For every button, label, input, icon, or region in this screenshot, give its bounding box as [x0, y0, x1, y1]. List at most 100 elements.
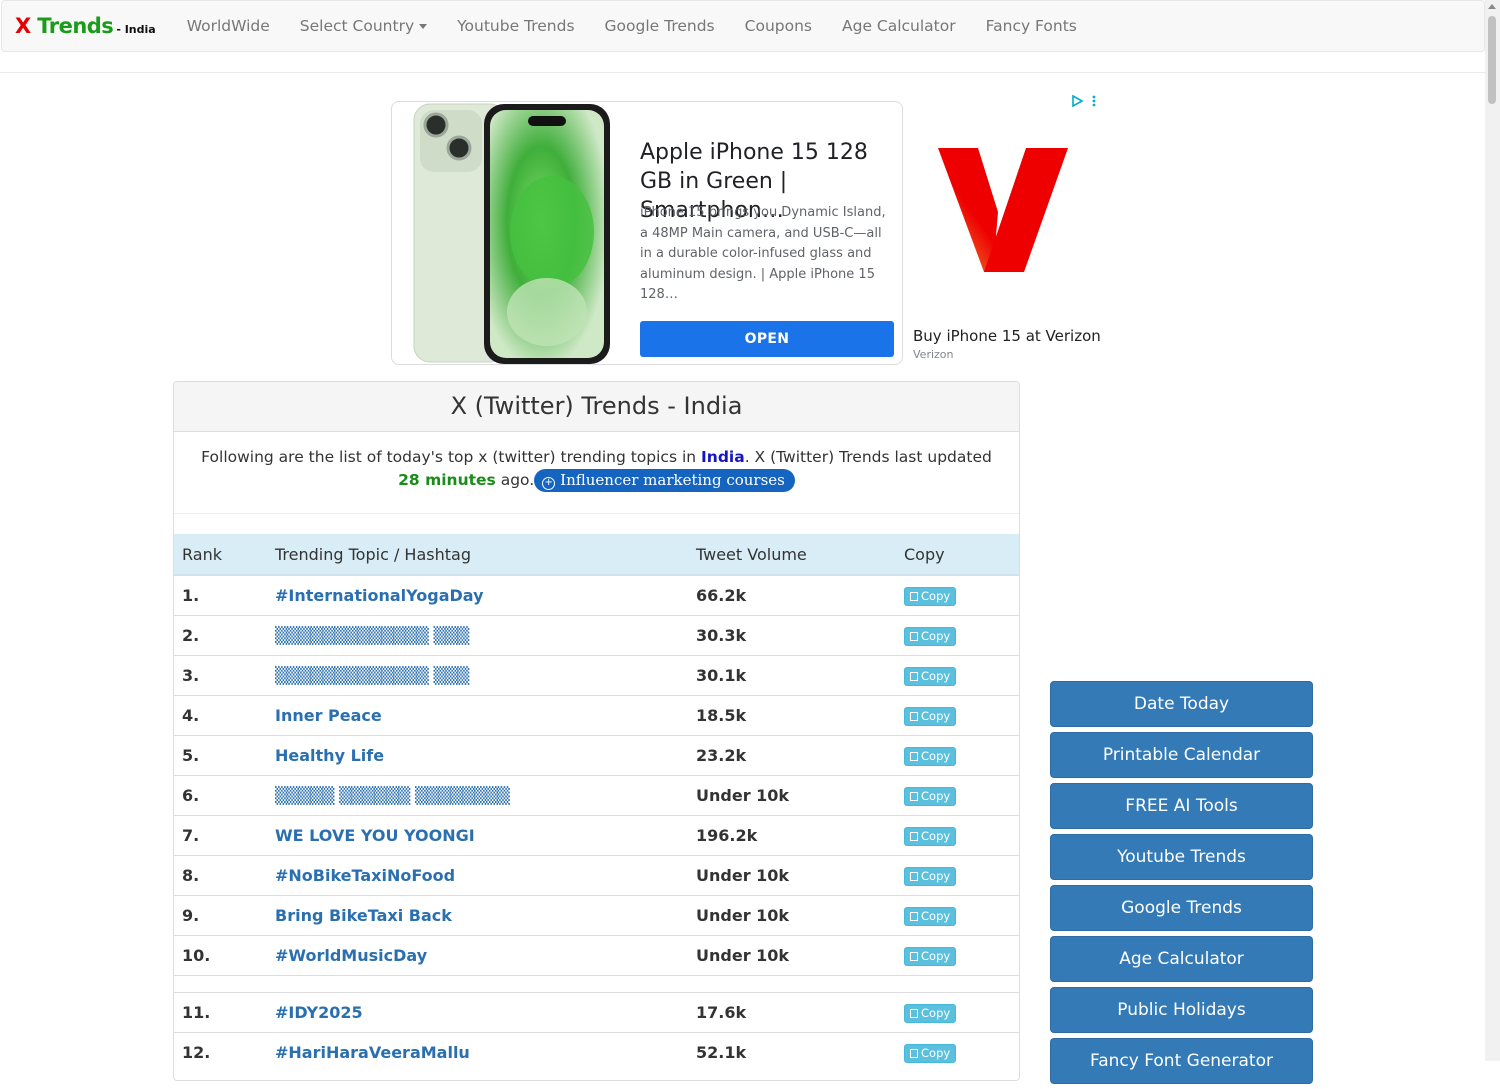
- copy-icon: [910, 711, 918, 721]
- topic-cell: Healthy Life: [267, 734, 688, 775]
- topic-cell: ▒▒▒▒▒▒▒▒▒▒▒▒▒ ▒▒▒: [267, 614, 688, 655]
- trends-panel: X (Twitter) Trends - India Following are…: [173, 381, 1020, 1081]
- sidebar-links: Date Today Printable Calendar FREE AI Tool…: [1050, 681, 1313, 1089]
- volume-cell: 18.5k: [688, 694, 896, 735]
- sidebar-button-fancy-font-generator[interactable]: Fancy Font Generator: [1050, 1038, 1313, 1084]
- topic-cell: Bring BikeTaxi Back: [267, 894, 688, 935]
- sidebar-button-free-ai-tools[interactable]: FREE AI Tools: [1050, 783, 1313, 829]
- ad-open-button[interactable]: OPEN: [640, 321, 894, 357]
- sidebar-button-youtube-trends[interactable]: Youtube Trends: [1050, 834, 1313, 880]
- country-link[interactable]: India: [701, 448, 745, 466]
- copy-button[interactable]: Copy: [904, 746, 957, 766]
- nav-select-country-label: Select Country: [299, 17, 415, 35]
- table-row: 1. #InternationalYogaDay 66.2k Copy: [174, 574, 1019, 615]
- copy-icon: [910, 591, 918, 601]
- copy-label: Copy: [921, 908, 951, 923]
- header-volume: Tweet Volume: [688, 534, 896, 576]
- copy-cell: Copy: [896, 1031, 1019, 1072]
- intro-before: Following are the list of today's top x …: [201, 448, 702, 466]
- copy-label: Copy: [921, 668, 951, 683]
- copy-button[interactable]: Copy: [904, 946, 957, 966]
- topic-link[interactable]: ▒▒▒▒▒▒▒▒▒▒▒▒▒ ▒▒▒: [275, 626, 469, 645]
- copy-icon: [910, 791, 918, 801]
- page-scrollbar[interactable]: [1485, 0, 1500, 1061]
- nav-youtube-trends[interactable]: Youtube Trends: [442, 17, 589, 35]
- table-row: 3. ▒▒▒▒▒▒▒▒▒▒▒▒▒ ▒▒▒ 30.1k Copy: [174, 654, 1019, 695]
- rank-cell: 9.: [174, 894, 267, 935]
- ad-card[interactable]: Apple iPhone 15 128 GB in Green | Smartp…: [391, 101, 903, 365]
- topic-link[interactable]: Healthy Life: [275, 746, 384, 765]
- topic-link[interactable]: #WorldMusicDay: [275, 946, 427, 965]
- copy-button[interactable]: Copy: [904, 666, 957, 686]
- rank-cell: 12.: [174, 1031, 267, 1072]
- copy-button[interactable]: Copy: [904, 1043, 957, 1063]
- copy-label: Copy: [921, 1045, 951, 1060]
- intro-text: Following are the list of today's top x …: [174, 432, 1019, 514]
- updated-time: 28 minutes: [398, 471, 496, 489]
- topic-link[interactable]: #HariHaraVeeraMallu: [275, 1043, 470, 1062]
- copy-cell: Copy: [896, 614, 1019, 655]
- scroll-thumb[interactable]: [1488, 16, 1496, 104]
- volume-cell: 23.2k: [688, 734, 896, 775]
- ad-side-title[interactable]: Buy iPhone 15 at Verizon: [913, 327, 1101, 345]
- table-row: 4. Inner Peace 18.5k Copy: [174, 694, 1019, 735]
- copy-icon: [910, 751, 918, 761]
- copy-label: Copy: [921, 588, 951, 603]
- nav-coupons[interactable]: Coupons: [730, 17, 827, 35]
- ad-choices-icon[interactable]: [1070, 94, 1100, 108]
- table-row: 8. #NoBikeTaxiNoFood Under 10k Copy: [174, 854, 1019, 895]
- nav-age-calculator[interactable]: Age Calculator: [827, 17, 971, 35]
- page-title: X (Twitter) Trends - India: [174, 382, 1019, 432]
- verizon-logo[interactable]: [938, 146, 1068, 274]
- copy-button[interactable]: Copy: [904, 906, 957, 926]
- copy-button[interactable]: Copy: [904, 866, 957, 886]
- copy-button[interactable]: Copy: [904, 826, 957, 846]
- topic-cell: #NoBikeTaxiNoFood: [267, 854, 688, 895]
- nav-fancy-fonts[interactable]: Fancy Fonts: [971, 17, 1092, 35]
- sidebar-button-age-calculator[interactable]: Age Calculator: [1050, 936, 1313, 982]
- volume-cell: Under 10k: [688, 774, 896, 815]
- caret-down-icon: [419, 24, 428, 29]
- copy-icon: [910, 671, 918, 681]
- sidebar-button-date-today[interactable]: Date Today: [1050, 681, 1313, 727]
- topic-link[interactable]: #InternationalYogaDay: [275, 586, 484, 605]
- brand-logo[interactable]: X Trends - India: [2, 14, 156, 38]
- volume-cell: 66.2k: [688, 574, 896, 615]
- intro-after: ago.: [495, 471, 535, 489]
- topic-cell: #WorldMusicDay: [267, 934, 688, 975]
- topic-link[interactable]: ▒▒▒▒▒▒▒▒▒▒▒▒▒ ▒▒▒: [275, 666, 469, 685]
- copy-icon: [910, 951, 918, 961]
- influencer-courses-button[interactable]: + Influencer marketing courses: [534, 469, 795, 492]
- sidebar-button-public-holidays[interactable]: Public Holidays: [1050, 987, 1313, 1033]
- topic-link[interactable]: Bring BikeTaxi Back: [275, 906, 452, 925]
- copy-button[interactable]: Copy: [904, 586, 957, 606]
- topic-link[interactable]: Inner Peace: [275, 706, 382, 725]
- topic-link[interactable]: WE LOVE YOU YOONGI: [275, 826, 475, 845]
- topic-cell: ▒▒▒▒▒ ▒▒▒▒▒▒ ▒▒▒▒▒▒▒▒: [267, 774, 688, 815]
- copy-button[interactable]: Copy: [904, 706, 957, 726]
- copy-cell: Copy: [896, 654, 1019, 695]
- nav-google-trends[interactable]: Google Trends: [590, 17, 730, 35]
- topic-link[interactable]: #IDY2025: [275, 1003, 363, 1022]
- scroll-up-icon[interactable]: [1488, 4, 1496, 9]
- volume-cell: 30.3k: [688, 614, 896, 655]
- volume-cell: 30.1k: [688, 654, 896, 695]
- volume-cell: Under 10k: [688, 934, 896, 975]
- topic-cell: WE LOVE YOU YOONGI: [267, 814, 688, 855]
- rank-cell: 7.: [174, 814, 267, 855]
- rank-cell: 6.: [174, 774, 267, 815]
- top-navbar: X Trends - India WorldWide Select Countr…: [1, 0, 1485, 52]
- copy-icon: [910, 1008, 918, 1018]
- topic-link[interactable]: #NoBikeTaxiNoFood: [275, 866, 455, 885]
- sidebar-button-printable-calendar[interactable]: Printable Calendar: [1050, 732, 1313, 778]
- iphone-product-image: [413, 103, 610, 364]
- nav-worldwide[interactable]: WorldWide: [172, 17, 285, 35]
- nav-select-country[interactable]: Select Country: [285, 17, 442, 35]
- rank-cell: 5.: [174, 734, 267, 775]
- copy-button[interactable]: Copy: [904, 626, 957, 646]
- trends-table: Rank Trending Topic / Hashtag Tweet Volu…: [174, 534, 1019, 1072]
- copy-button[interactable]: Copy: [904, 786, 957, 806]
- topic-link[interactable]: ▒▒▒▒▒ ▒▒▒▒▒▒ ▒▒▒▒▒▒▒▒: [275, 786, 510, 805]
- sidebar-button-google-trends[interactable]: Google Trends: [1050, 885, 1313, 931]
- copy-button[interactable]: Copy: [904, 1003, 957, 1023]
